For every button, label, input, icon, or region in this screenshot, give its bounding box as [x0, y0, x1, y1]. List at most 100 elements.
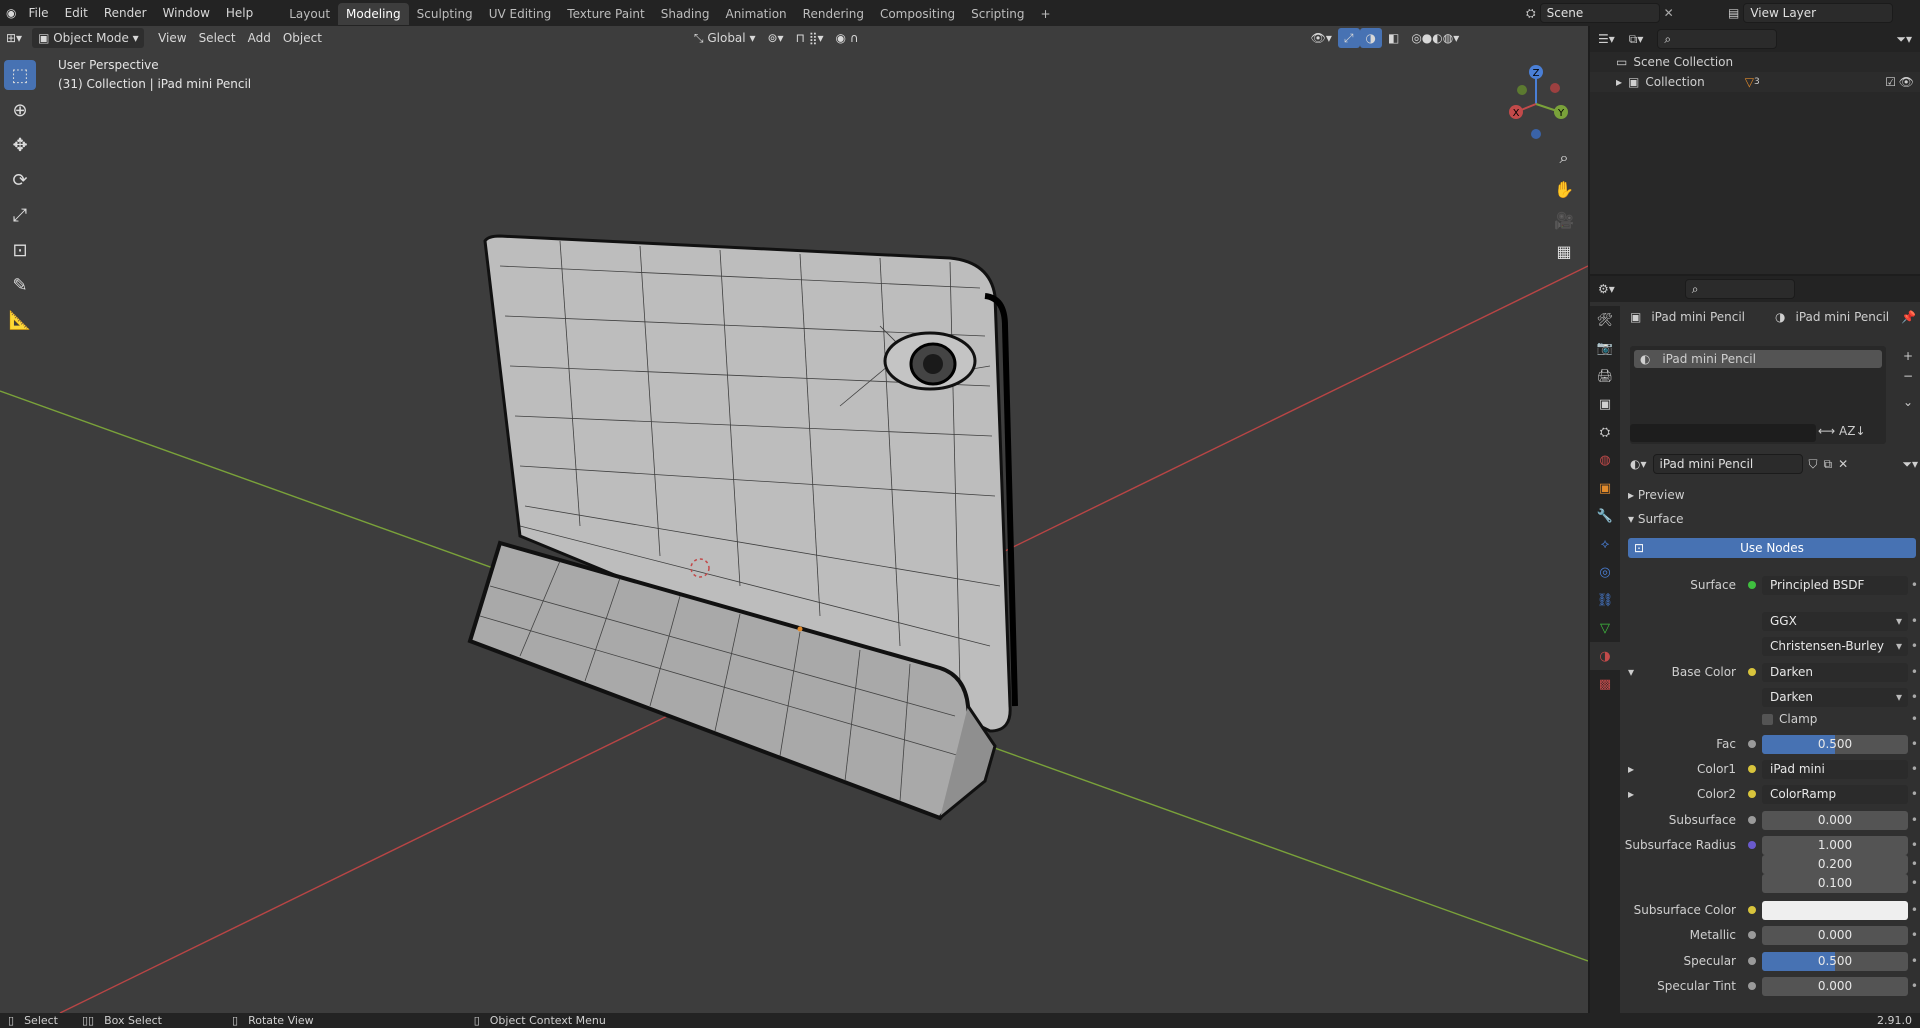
camera-icon[interactable]: 🎥 — [1550, 206, 1578, 234]
remove-slot-button[interactable]: − — [1898, 366, 1918, 386]
material-slot-item[interactable]: ◐ iPad mini Pencil — [1634, 350, 1882, 368]
keyframe-dot-icon[interactable]: • — [1911, 903, 1918, 917]
duplicate-icon[interactable]: ⧉ — [1824, 457, 1833, 472]
preview-panel-header[interactable]: ▸ Preview — [1628, 486, 1918, 504]
proportional-edit-icon[interactable]: ◉ ∩ — [830, 28, 865, 48]
select-box-tool-icon[interactable]: ⬚ — [4, 60, 36, 90]
view-layer-field[interactable]: View Layer — [1743, 3, 1894, 23]
value-slider[interactable]: 0.100 — [1762, 873, 1908, 893]
socket-icon[interactable] — [1748, 931, 1756, 939]
menu-object[interactable]: Object — [277, 28, 328, 48]
menu-view[interactable]: View — [152, 28, 192, 48]
scene-collection-row[interactable]: ▭ Scene Collection — [1590, 52, 1920, 72]
xray-icon[interactable]: ◧ — [1382, 28, 1405, 48]
keyframe-dot-icon[interactable]: • — [1911, 578, 1918, 592]
annotate-tool-icon[interactable]: ✎ — [4, 270, 36, 300]
menu-window[interactable]: Window — [155, 0, 218, 26]
keyframe-dot-icon[interactable]: • — [1911, 787, 1918, 801]
3d-viewport[interactable]: User Perspective (31) Collection | iPad … — [0, 26, 1588, 1013]
menu-select[interactable]: Select — [193, 28, 242, 48]
tab-modeling[interactable]: Modeling — [338, 3, 409, 25]
socket-icon[interactable] — [1748, 668, 1756, 676]
menu-render[interactable]: Render — [96, 0, 155, 26]
tab-layout[interactable]: Layout — [281, 3, 338, 25]
tab-shading[interactable]: Shading — [653, 3, 718, 25]
close-icon[interactable]: ✕ — [1664, 6, 1674, 20]
overlays-icon[interactable]: ◑ — [1359, 28, 1382, 48]
material-tab-icon[interactable]: ◑ — [1590, 642, 1620, 670]
expand-arrow-icon[interactable]: ▸ — [1616, 75, 1622, 89]
surface-panel-header[interactable]: ▾ Surface — [1628, 510, 1918, 528]
unlink-icon[interactable]: ✕ — [1838, 457, 1848, 471]
scale-tool-icon[interactable]: ⤢ — [4, 200, 36, 230]
socket-icon[interactable] — [1748, 740, 1756, 748]
keyframe-dot-icon[interactable]: • — [1911, 712, 1918, 726]
socket-icon[interactable] — [1748, 906, 1756, 914]
sort-icons[interactable]: ⟷ AZ↓ — [1818, 424, 1866, 438]
keyframe-dot-icon[interactable]: • — [1911, 954, 1918, 968]
outliner-search-input[interactable]: ⌕ — [1657, 29, 1778, 49]
expand-arrow-icon[interactable]: ▾ — [1628, 665, 1634, 679]
properties-search-input[interactable]: ⌕ — [1684, 279, 1795, 299]
socket-icon[interactable] — [1748, 982, 1756, 990]
constraints-tab-icon[interactable]: ⛓ — [1590, 586, 1620, 614]
collection-row[interactable]: ▸ ▣ Collection ▽ 3 ☑ 👁 — [1590, 72, 1920, 92]
tab-sculpting[interactable]: Sculpting — [409, 3, 481, 25]
keyframe-dot-icon[interactable]: • — [1911, 690, 1918, 704]
eye-icon[interactable]: 👁 — [1899, 75, 1914, 89]
pivot-icon[interactable]: ⊚▾ — [761, 28, 789, 48]
scene-field[interactable]: Scene — [1539, 3, 1660, 23]
render-tab-icon[interactable]: 📷 — [1590, 334, 1620, 362]
add-workspace-button[interactable]: + — [1033, 3, 1059, 25]
value-slider[interactable]: 1.000 — [1762, 835, 1908, 855]
pan-hand-icon[interactable]: ✋ — [1550, 175, 1578, 203]
expand-arrow-icon[interactable]: ▸ — [1628, 787, 1634, 801]
tab-scripting[interactable]: Scripting — [963, 3, 1032, 25]
socket-icon[interactable] — [1748, 790, 1756, 798]
keyframe-dot-icon[interactable]: • — [1911, 979, 1918, 993]
value-slider[interactable]: 0.000 — [1762, 976, 1908, 996]
tab-uv-editing[interactable]: UV Editing — [481, 3, 560, 25]
menu-add[interactable]: Add — [242, 28, 277, 48]
keyframe-dot-icon[interactable]: • — [1911, 614, 1918, 628]
blender-logo-icon[interactable]: ◉ — [0, 0, 20, 26]
display-mode-icon[interactable]: ⧉▾ — [1629, 32, 1644, 47]
object-tab-icon[interactable]: ▣ — [1590, 474, 1620, 502]
value-slider[interactable]: 0.500 — [1762, 734, 1908, 754]
keyframe-dot-icon[interactable]: • — [1911, 639, 1918, 653]
shading-modes-icon[interactable]: ◎●◐◍▾ — [1405, 28, 1465, 48]
prop-dropdown[interactable]: GGX — [1762, 611, 1908, 631]
visibility-icon[interactable]: 👁▾ — [1305, 28, 1338, 48]
slot-specials-button[interactable]: ⌄ — [1898, 392, 1918, 412]
tab-texture-paint[interactable]: Texture Paint — [559, 3, 652, 25]
use-nodes-button[interactable]: ⊡ Use Nodes — [1628, 538, 1916, 558]
linked-node-field[interactable]: Darken — [1762, 662, 1908, 682]
checkbox-icon[interactable] — [1762, 713, 1773, 725]
snap-icon[interactable]: ⊓ ⣿▾ — [790, 28, 830, 48]
filter-icon[interactable]: ⏷▾ — [1896, 32, 1912, 47]
measure-tool-icon[interactable]: 📐 — [4, 305, 36, 335]
menu-edit[interactable]: Edit — [57, 0, 96, 26]
value-slider[interactable]: 0.200 — [1762, 854, 1908, 874]
properties-type-icon[interactable]: ⚙▾ — [1598, 282, 1615, 296]
browse-material-icon[interactable]: ◐▾ — [1630, 457, 1647, 471]
mode-dropdown[interactable]: ▣ Object Mode ▾ — [32, 28, 145, 48]
keyframe-dot-icon[interactable]: • — [1911, 857, 1918, 871]
prop-dropdown[interactable]: Christensen-Burley — [1762, 636, 1908, 656]
outliner-type-icon[interactable]: ☰▾ — [1598, 32, 1615, 46]
keyframe-dot-icon[interactable]: • — [1911, 928, 1918, 942]
editor-type-icon[interactable]: ⊞▾ — [0, 28, 28, 48]
transform-orientation-dropdown[interactable]: ⤡ Global ▾ — [688, 28, 762, 48]
gizmo-toggle-icon[interactable]: ⤢ — [1337, 28, 1360, 48]
value-slider[interactable]: 0.500 — [1762, 951, 1908, 971]
zoom-icon[interactable]: ⌕ — [1550, 144, 1578, 172]
rotate-tool-icon[interactable]: ⟳ — [4, 165, 36, 195]
filter-icon[interactable]: ⏷▾ — [1902, 457, 1918, 472]
linked-node-field[interactable]: iPad mini Pe...Color.png.001 — [1762, 759, 1908, 779]
socket-icon[interactable] — [1748, 841, 1756, 849]
output-tab-icon[interactable]: 🖨 — [1590, 362, 1620, 390]
value-slider[interactable]: 0.000 — [1762, 925, 1908, 945]
keyframe-dot-icon[interactable]: • — [1911, 838, 1918, 852]
grid-ortho-icon[interactable]: ▦ — [1550, 237, 1578, 265]
color-swatch[interactable] — [1762, 900, 1908, 920]
